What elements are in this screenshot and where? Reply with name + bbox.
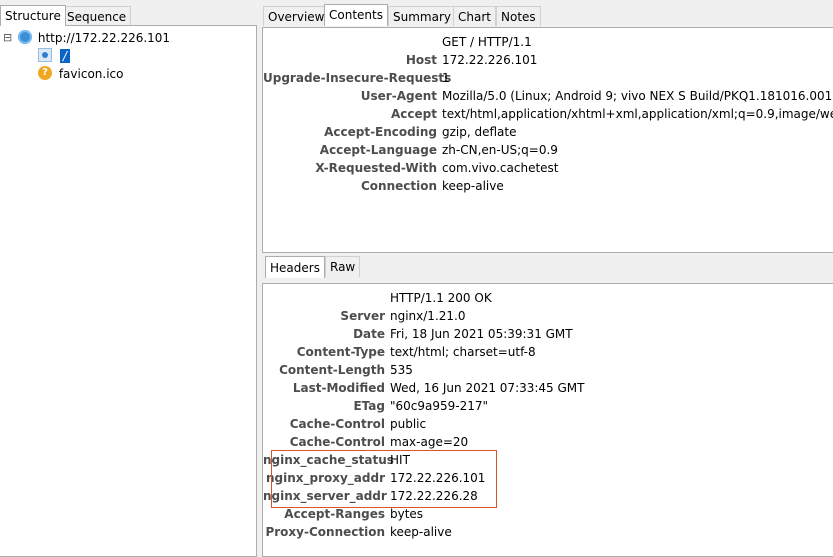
- header-value: nginx/1.21.0: [390, 309, 466, 323]
- header-row[interactable]: User-Agent Mozilla/5.0 (Linux; Android 9;…: [263, 87, 833, 105]
- header-row[interactable]: Date Fri, 18 Jun 2021 05:39:31 GMT: [263, 325, 833, 343]
- tab-structure[interactable]: Structure: [0, 5, 66, 26]
- header-value: gzip, deflate: [442, 125, 517, 139]
- header-value: text/html,application/xhtml+xml,applicat…: [442, 107, 833, 121]
- header-name: Content-Length: [279, 363, 385, 377]
- header-row[interactable]: Connection keep-alive: [263, 177, 833, 195]
- header-value: public: [390, 417, 427, 431]
- tab-contents[interactable]: Contents: [324, 4, 388, 26]
- header-name: Cache-Control: [289, 435, 385, 449]
- tab-raw[interactable]: Raw: [325, 256, 361, 277]
- tab-chart[interactable]: Chart: [453, 6, 496, 26]
- header-name: ETag: [353, 399, 385, 413]
- header-row[interactable]: Accept-Encoding gzip, deflate: [263, 123, 833, 141]
- header-name: Date: [353, 327, 385, 341]
- header-row[interactable]: Accept-Language zh-CN,en-US;q=0.9: [263, 141, 833, 159]
- header-row[interactable]: Cache-Control max-age=20: [263, 433, 833, 451]
- header-name: Host: [405, 53, 437, 67]
- tree-root-label: http://172.22.226.101: [37, 30, 171, 45]
- header-value: keep-alive: [390, 525, 452, 539]
- header-name: Connection: [360, 179, 437, 193]
- header-row[interactable]: Accept text/html,application/xhtml+xml,ap…: [263, 105, 833, 123]
- response-headers-pane: HTTP/1.1 200 OK Server nginx/1.21.0 Date Fr…: [262, 283, 833, 557]
- tree-item-label: favicon.ico: [58, 66, 124, 81]
- header-name: Upgrade-Insecure-Requests: [263, 71, 452, 85]
- header-name: Proxy-Connection: [265, 525, 385, 539]
- header-value: zh-CN,en-US;q=0.9: [442, 143, 558, 157]
- header-name: Accept-Language: [319, 143, 437, 157]
- tab-overview[interactable]: Overview: [263, 6, 330, 26]
- header-row[interactable]: Server nginx/1.21.0: [263, 307, 833, 325]
- request-icon: [38, 47, 52, 62]
- collapse-icon[interactable]: ⊟: [3, 31, 12, 44]
- highlight-box: [271, 450, 497, 508]
- header-value: com.vivo.cachetest: [442, 161, 559, 175]
- header-value: keep-alive: [442, 179, 504, 193]
- header-row[interactable]: Upgrade-Insecure-Requests 1: [263, 69, 833, 87]
- header-value: Fri, 18 Jun 2021 05:39:31 GMT: [390, 327, 573, 341]
- structure-tree[interactable]: ⊟ http://172.22.226.101 / ? favicon.ico: [0, 25, 257, 557]
- status-line: HTTP/1.1 200 OK: [390, 291, 492, 305]
- header-value: "60c9a959-217": [390, 399, 489, 413]
- tab-notes[interactable]: Notes: [496, 6, 541, 26]
- tab-sequence[interactable]: Sequence: [62, 6, 132, 26]
- tab-summary[interactable]: Summary: [388, 6, 456, 26]
- header-name: Cache-Control: [289, 417, 385, 431]
- header-value: text/html; charset=utf-8: [390, 345, 536, 359]
- tab-headers[interactable]: Headers: [265, 256, 325, 278]
- header-name: Last-Modified: [292, 381, 385, 395]
- header-name: X-Requested-With: [315, 161, 437, 175]
- header-row[interactable]: ETag "60c9a959-217": [263, 397, 833, 415]
- header-value: 535: [390, 363, 413, 377]
- header-row[interactable]: Content-Type text/html; charset=utf-8: [263, 343, 833, 361]
- header-row[interactable]: X-Requested-With com.vivo.cachetest: [263, 159, 833, 177]
- header-row[interactable]: Cache-Control public: [263, 415, 833, 433]
- request-line: GET / HTTP/1.1: [442, 35, 532, 49]
- header-row[interactable]: Proxy-Connection keep-alive: [263, 523, 833, 541]
- question-icon: ?: [38, 65, 52, 80]
- header-name: Content-Type: [296, 345, 385, 359]
- header-row[interactable]: Host 172.22.226.101: [263, 51, 833, 69]
- header-value: Mozilla/5.0 (Linux; Android 9; vivo NEX …: [442, 89, 833, 103]
- header-name: Accept-Encoding: [324, 125, 437, 139]
- header-name: Accept: [391, 107, 437, 121]
- header-row[interactable]: Last-Modified Wed, 16 Jun 2021 07:33:45 G…: [263, 379, 833, 397]
- tree-item-favicon[interactable]: ? favicon.ico: [38, 64, 123, 82]
- header-value: 1: [442, 71, 450, 85]
- globe-icon: [18, 29, 33, 44]
- tree-root[interactable]: ⊟ http://172.22.226.101: [3, 28, 170, 46]
- header-value: max-age=20: [390, 435, 469, 449]
- header-name: User-Agent: [360, 89, 437, 103]
- header-row[interactable]: Content-Length 535: [263, 361, 833, 379]
- tree-item-label: /: [59, 48, 70, 63]
- header-value: Wed, 16 Jun 2021 07:33:45 GMT: [390, 381, 585, 395]
- header-value: 172.22.226.101: [442, 53, 538, 67]
- tree-item-root-path[interactable]: /: [38, 46, 70, 64]
- request-headers-pane: GET / HTTP/1.1 Host 172.22.226.101 Upgrade…: [262, 27, 833, 253]
- header-name: Server: [340, 309, 385, 323]
